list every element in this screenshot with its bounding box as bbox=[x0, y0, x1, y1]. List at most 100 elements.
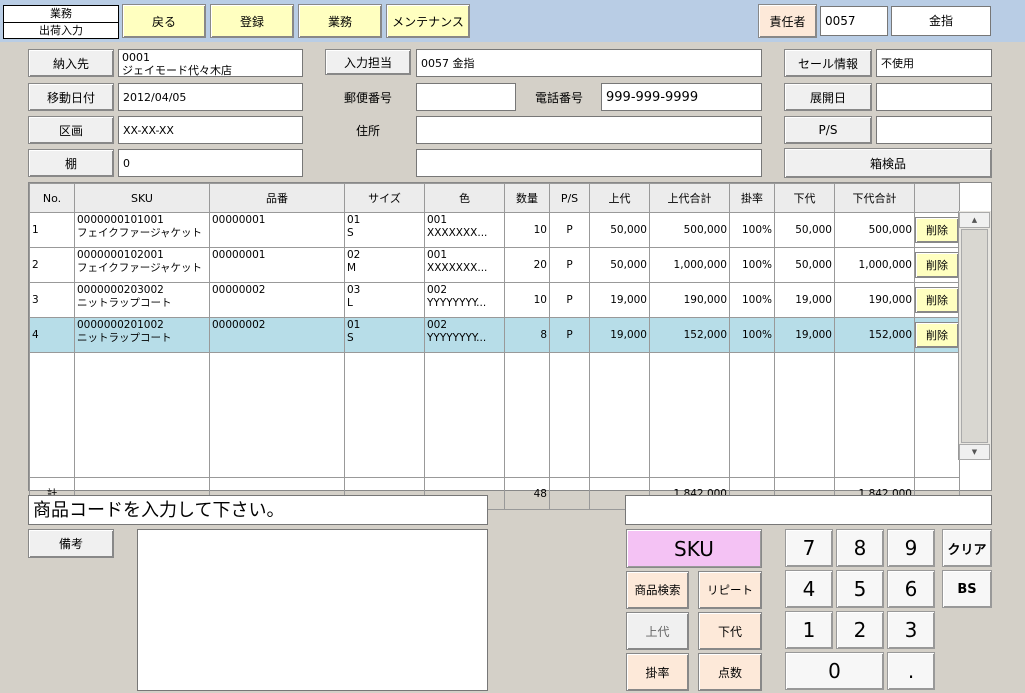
cell-qty[interactable]: 10 bbox=[504, 212, 550, 248]
table-row-selected[interactable]: 4 0000000201002 ニットラップコート 00000002 01 S 00… bbox=[29, 317, 960, 353]
cell-ps: P bbox=[549, 282, 590, 318]
sku-code: 0000000203002 bbox=[77, 284, 164, 296]
cell-action: 削除 bbox=[914, 212, 960, 248]
size-name: L bbox=[347, 297, 353, 309]
key-2[interactable]: 2 bbox=[836, 611, 884, 649]
cell-size: 02 M bbox=[344, 247, 425, 283]
col-header-ps: P/S bbox=[549, 183, 590, 213]
col-header-item-no: 品番 bbox=[209, 183, 345, 213]
move-date-button[interactable]: 移動日付 bbox=[28, 83, 114, 111]
table-row[interactable]: 2 0000000102001 フェイクファージャケット 00000001 02 M… bbox=[29, 247, 960, 283]
phone-field[interactable]: 999-999-9999 bbox=[601, 83, 762, 111]
cell-item-no: 00000002 bbox=[209, 317, 345, 353]
key-4[interactable]: 4 bbox=[785, 570, 833, 608]
box-inspect-button[interactable]: 箱検品 bbox=[784, 148, 992, 178]
cell-action: 削除 bbox=[914, 317, 960, 353]
section-button[interactable]: 区画 bbox=[28, 116, 114, 144]
postal-field[interactable] bbox=[416, 83, 516, 111]
table-row[interactable]: 1 0000000101001 フェイクファージャケット 00000001 01 S… bbox=[29, 212, 960, 248]
maintenance-button[interactable]: メンテナンス bbox=[386, 4, 470, 38]
cell-size: 03 L bbox=[344, 282, 425, 318]
cell-retail-total: 1,000,000 bbox=[649, 247, 730, 283]
ps-field[interactable] bbox=[876, 116, 992, 144]
cell-retail: 50,000 bbox=[589, 212, 650, 248]
count-button[interactable]: 点数 bbox=[698, 653, 762, 691]
key-dot[interactable]: . bbox=[887, 652, 935, 690]
cell-wholesale: 19,000 bbox=[774, 282, 835, 318]
cell-sku: 0000000102001 フェイクファージャケット bbox=[74, 247, 210, 283]
remarks-button[interactable]: 備考 bbox=[28, 529, 114, 558]
cell-rate: 100% bbox=[729, 247, 775, 283]
delivery-button[interactable]: 納入先 bbox=[28, 49, 114, 77]
table-row[interactable]: 3 0000000203002 ニットラップコート 00000002 03 L 00… bbox=[29, 282, 960, 318]
section-field[interactable]: XX-XX-XX bbox=[118, 116, 303, 144]
color-name: YYYYYYYY... bbox=[427, 332, 487, 344]
col-header-wholesale-total: 下代合計 bbox=[834, 183, 915, 213]
repeat-button[interactable]: リピート bbox=[698, 571, 762, 609]
shelf-field[interactable]: 0 bbox=[118, 149, 303, 177]
screen-title-name: 出荷入力 bbox=[39, 24, 83, 37]
col-header-no: No. bbox=[29, 183, 75, 213]
delete-button[interactable]: 削除 bbox=[915, 252, 959, 278]
delete-button[interactable]: 削除 bbox=[915, 287, 959, 313]
key-9[interactable]: 9 bbox=[887, 529, 935, 567]
key-0[interactable]: 0 bbox=[785, 652, 884, 690]
cell-wholesale-total: 1,000,000 bbox=[834, 247, 915, 283]
move-date-field[interactable]: 2012/04/05 bbox=[118, 83, 303, 111]
scroll-down-icon[interactable]: ▼ bbox=[959, 444, 990, 460]
address-field-2[interactable] bbox=[416, 149, 762, 177]
key-1[interactable]: 1 bbox=[785, 611, 833, 649]
clear-button[interactable]: クリア bbox=[942, 529, 992, 567]
rate-button[interactable]: 掛率 bbox=[626, 653, 689, 691]
back-button[interactable]: 戻る bbox=[122, 4, 206, 38]
cell-retail: 19,000 bbox=[589, 317, 650, 353]
delete-button[interactable]: 削除 bbox=[915, 217, 959, 243]
color-name: XXXXXXX... bbox=[427, 262, 488, 274]
cell-action: 削除 bbox=[914, 282, 960, 318]
deploy-date-field[interactable] bbox=[876, 83, 992, 111]
col-header-sku: SKU bbox=[74, 183, 210, 213]
scroll-up-icon[interactable]: ▲ bbox=[959, 212, 990, 228]
responsible-name-field[interactable]: 金指 bbox=[891, 6, 991, 36]
wholesale-button[interactable]: 下代 bbox=[698, 612, 762, 650]
delivery-field[interactable]: 0001 ジェイモード代々木店 bbox=[118, 49, 303, 77]
key-8[interactable]: 8 bbox=[836, 529, 884, 567]
cell-ps: P bbox=[549, 247, 590, 283]
table-header-row: No. SKU 品番 サイズ 色 数量 P/S 上代 上代合計 掛率 下代 下代… bbox=[29, 183, 960, 213]
size-code: 01 bbox=[347, 319, 361, 331]
col-header-wholesale: 下代 bbox=[774, 183, 835, 213]
shelf-button[interactable]: 棚 bbox=[28, 149, 114, 177]
cell-qty[interactable]: 10 bbox=[504, 282, 550, 318]
responsible-code-field[interactable]: 0057 bbox=[820, 6, 888, 36]
input-person-field[interactable]: 0057 金指 bbox=[416, 49, 762, 77]
delete-button[interactable]: 削除 bbox=[915, 322, 959, 348]
address-field-1[interactable] bbox=[416, 116, 762, 144]
key-6[interactable]: 6 bbox=[887, 570, 935, 608]
size-code: 02 bbox=[347, 249, 361, 261]
retail-button[interactable]: 上代 bbox=[626, 612, 689, 650]
business-button[interactable]: 業務 bbox=[298, 4, 382, 38]
product-search-button[interactable]: 商品検索 bbox=[626, 571, 689, 609]
register-button[interactable]: 登録 bbox=[210, 4, 294, 38]
key-7[interactable]: 7 bbox=[785, 529, 833, 567]
col-header-size: サイズ bbox=[344, 183, 425, 213]
code-input[interactable] bbox=[625, 495, 992, 525]
cell-color: 002 YYYYYYYY... bbox=[424, 317, 505, 353]
sale-info-button[interactable]: セール情報 bbox=[784, 49, 872, 77]
cell-no: 3 bbox=[29, 282, 75, 318]
deploy-date-button[interactable]: 展開日 bbox=[784, 83, 872, 111]
cell-qty[interactable]: 8 bbox=[504, 317, 550, 353]
remarks-textarea[interactable] bbox=[137, 529, 488, 691]
cell-qty[interactable]: 20 bbox=[504, 247, 550, 283]
ps-button[interactable]: P/S bbox=[784, 116, 872, 144]
backspace-button[interactable]: BS bbox=[942, 570, 992, 608]
col-header-retail: 上代 bbox=[589, 183, 650, 213]
col-header-rate: 掛率 bbox=[729, 183, 775, 213]
key-3[interactable]: 3 bbox=[887, 611, 935, 649]
sku-button[interactable]: SKU bbox=[626, 529, 762, 568]
key-5[interactable]: 5 bbox=[836, 570, 884, 608]
cell-retail-total: 152,000 bbox=[649, 317, 730, 353]
scroll-thumb[interactable] bbox=[961, 229, 988, 443]
input-person-button[interactable]: 入力担当 bbox=[325, 49, 411, 75]
sale-info-field[interactable]: 不使用 bbox=[876, 49, 992, 77]
